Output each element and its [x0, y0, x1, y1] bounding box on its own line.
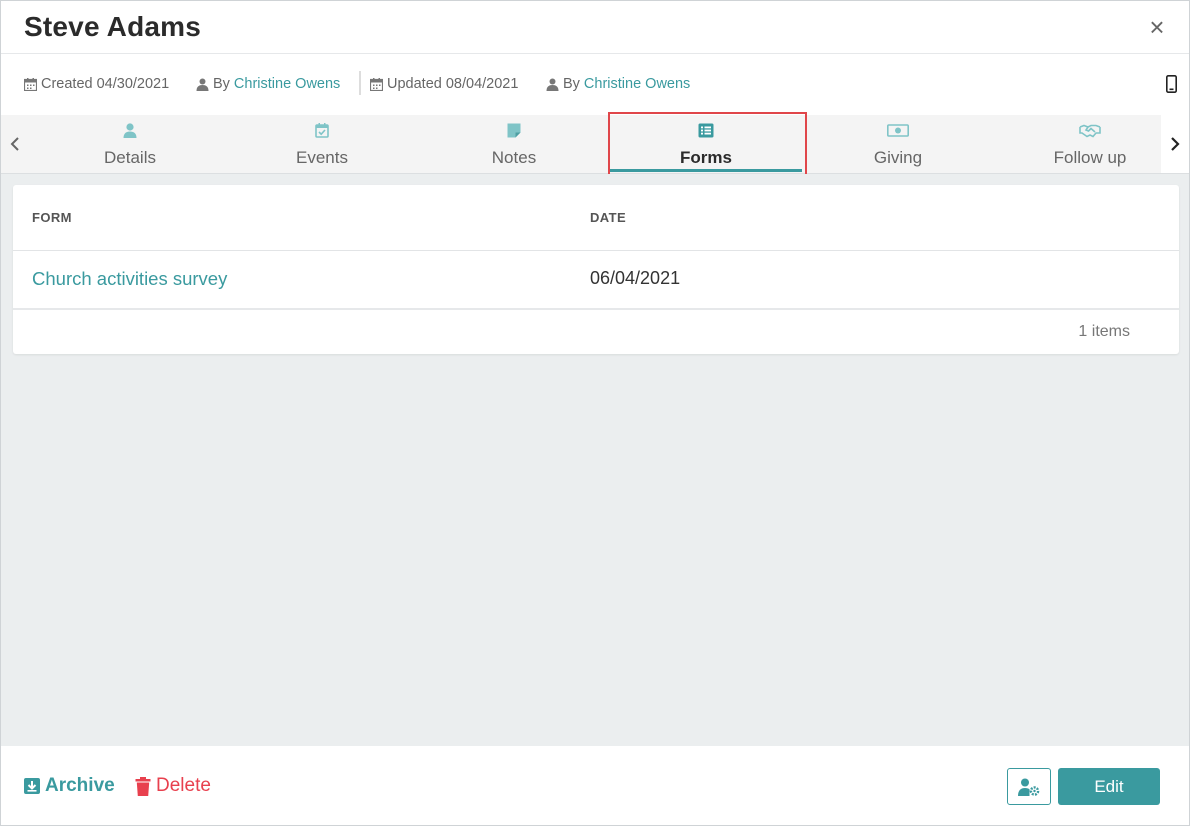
tabs-scroll-left[interactable] — [1, 115, 29, 173]
delete-label: Delete — [156, 775, 211, 796]
tab-label: Notes — [491, 148, 537, 167]
archive-label: Archive — [45, 775, 115, 796]
trash-icon — [135, 776, 151, 796]
tab-label: Details — [104, 148, 156, 167]
person-modal: Steve Adams × Created 04/30/2021 By Chri… — [0, 0, 1190, 826]
edit-button[interactable]: Edit — [1058, 768, 1160, 805]
forms-table: FORM DATE Church activities survey 06/04… — [13, 185, 1179, 354]
created-by-prefix: By — [213, 76, 230, 92]
tab-follow-up[interactable]: Follow up — [994, 115, 1186, 173]
user-settings-button[interactable] — [1007, 768, 1051, 805]
updated-by-link[interactable]: Christine Owens — [584, 76, 690, 92]
user-gear-icon — [1018, 778, 1040, 796]
person-icon — [196, 78, 209, 91]
updated-by: By Christine Owens — [546, 75, 690, 93]
calendar-icon — [370, 77, 383, 91]
chevron-left-icon — [10, 137, 19, 151]
record-meta: Created 04/30/2021 By Christine Owens Up… — [1, 55, 1189, 115]
footer-divider — [13, 308, 1179, 310]
column-header-form: FORM — [32, 210, 72, 225]
updated-date: Updated 08/04/2021 — [387, 76, 519, 92]
created-by-link[interactable]: Christine Owens — [234, 76, 340, 92]
list-icon — [698, 123, 714, 138]
form-date: 06/04/2021 — [590, 268, 681, 288]
modal-footer: Archive Delete Edit — [1, 746, 1189, 825]
created-date: Created 04/30/2021 — [41, 76, 170, 92]
delete-button[interactable]: Delete — [135, 775, 211, 797]
tabs-scroll-right[interactable] — [1161, 115, 1189, 173]
tab-bar: Details Events Notes Forms Giving Follow… — [1, 115, 1189, 174]
form-link[interactable]: Church activities survey — [32, 268, 227, 290]
updated-info: Updated 08/04/2021 — [370, 75, 518, 93]
item-count: 1 items — [1078, 323, 1130, 340]
archive-download-icon — [24, 778, 40, 794]
archive-button[interactable]: Archive — [24, 775, 115, 797]
calendar-icon — [24, 77, 37, 91]
tab-label: Follow up — [1053, 148, 1127, 167]
created-info: Created 04/30/2021 — [24, 75, 169, 93]
mobile-phone-icon[interactable] — [1166, 75, 1177, 93]
tab-label: Giving — [873, 148, 923, 167]
money-icon — [887, 124, 909, 137]
tab-giving[interactable]: Giving — [802, 115, 994, 173]
table-row: Church activities survey 06/04/2021 — [13, 251, 1179, 308]
close-icon[interactable]: × — [1145, 14, 1169, 40]
active-tab-indicator — [610, 169, 802, 172]
handshake-icon — [1079, 124, 1101, 138]
tab-content: FORM DATE Church activities survey 06/04… — [1, 174, 1189, 746]
tab-label: Events — [296, 148, 348, 167]
tab-events[interactable]: Events — [226, 115, 418, 173]
person-icon — [546, 78, 559, 91]
sticky-note-icon — [507, 123, 521, 138]
updated-by-prefix: By — [563, 76, 580, 92]
created-by: By Christine Owens — [196, 75, 340, 93]
column-header-date: DATE — [590, 210, 627, 225]
person-icon — [123, 123, 137, 138]
tab-details[interactable]: Details — [34, 115, 226, 173]
chevron-right-icon — [1171, 137, 1180, 151]
page-title: Steve Adams — [24, 11, 202, 42]
meta-divider — [359, 71, 361, 95]
tab-forms[interactable]: Forms — [610, 115, 802, 173]
tab-notes[interactable]: Notes — [418, 115, 610, 173]
tab-label: Forms — [680, 148, 732, 167]
calendar-check-icon — [315, 123, 329, 138]
modal-header: Steve Adams × — [1, 1, 1189, 54]
